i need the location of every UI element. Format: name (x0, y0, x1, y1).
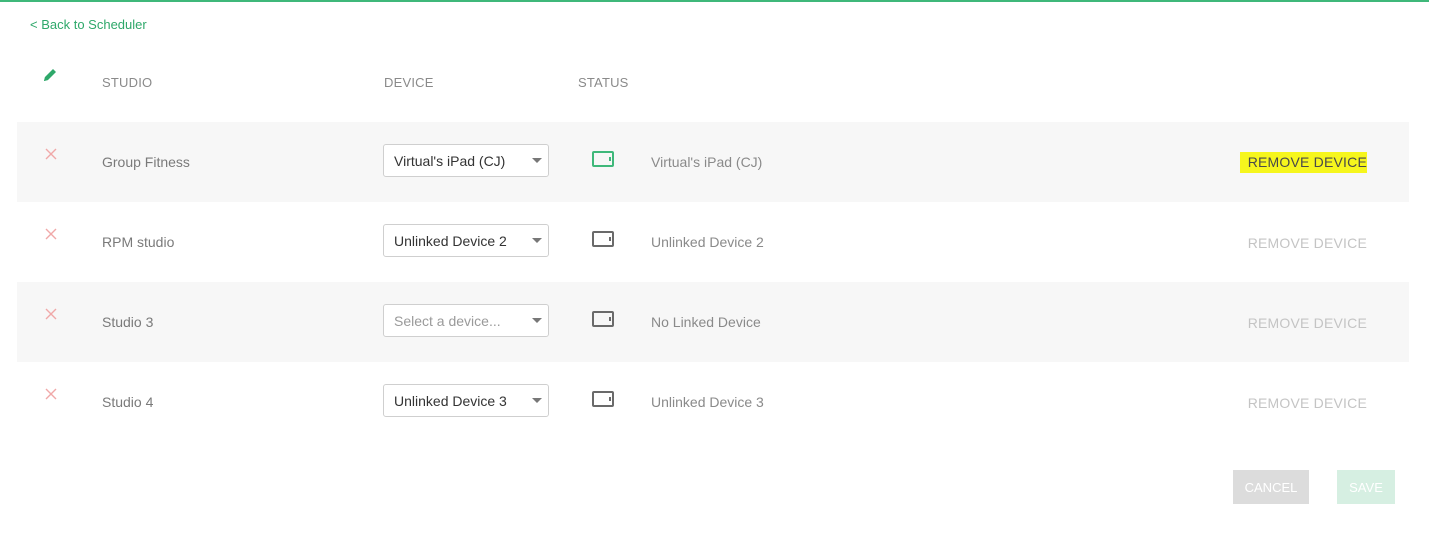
device-select[interactable]: Virtual's iPad (CJ) (383, 144, 549, 177)
tablet-icon (592, 391, 614, 407)
pencil-icon[interactable] (41, 66, 59, 84)
device-select-value: Unlinked Device 2 (394, 233, 507, 249)
studio-name: RPM studio (102, 234, 175, 250)
device-select-value: Virtual's iPad (CJ) (394, 153, 506, 169)
status-text: Unlinked Device 3 (651, 394, 764, 410)
remove-device-button[interactable]: REMOVE DEVICE (1248, 315, 1367, 331)
status-text: Unlinked Device 2 (651, 234, 764, 250)
table-row: Studio 3 Select a device... No Linked De… (17, 282, 1409, 362)
chevron-down-icon (532, 318, 542, 323)
chevron-down-icon (532, 238, 542, 243)
studio-device-table: Group Fitness Virtual's iPad (CJ) Virtua… (17, 122, 1409, 442)
device-select-placeholder: Select a device... (394, 313, 501, 329)
close-icon[interactable] (44, 227, 58, 241)
device-settings-page: < Back to Scheduler STUDIO DEVICE STATUS… (0, 0, 1429, 544)
device-select[interactable]: Unlinked Device 2 (383, 224, 549, 257)
chevron-down-icon (532, 398, 542, 403)
studio-name: Studio 4 (102, 394, 154, 410)
device-select[interactable]: Select a device... (383, 304, 549, 337)
table-row: Studio 4 Unlinked Device 3 Unlinked Devi… (17, 362, 1409, 442)
table-row: Group Fitness Virtual's iPad (CJ) Virtua… (17, 122, 1409, 202)
studio-name: Studio 3 (102, 314, 154, 330)
remove-device-button[interactable]: REMOVE DEVICE (1248, 395, 1367, 411)
close-icon[interactable] (44, 387, 58, 401)
close-icon[interactable] (44, 147, 58, 161)
chevron-down-icon (532, 158, 542, 163)
remove-device-button[interactable]: REMOVE DEVICE (1248, 235, 1367, 251)
status-column-header: STATUS (578, 75, 629, 90)
remove-device-button[interactable]: REMOVE DEVICE (1239, 152, 1367, 173)
studio-name: Group Fitness (102, 154, 190, 170)
cancel-button[interactable]: CANCEL (1233, 470, 1309, 504)
tablet-icon (592, 151, 614, 167)
tablet-icon (592, 311, 614, 327)
device-select-value: Unlinked Device 3 (394, 393, 507, 409)
tablet-icon (592, 231, 614, 247)
device-column-header: DEVICE (384, 75, 434, 90)
save-button[interactable]: SAVE (1337, 470, 1395, 504)
close-icon[interactable] (44, 307, 58, 321)
table-header: STUDIO DEVICE STATUS (17, 62, 1409, 102)
device-select[interactable]: Unlinked Device 3 (383, 384, 549, 417)
status-text: No Linked Device (651, 314, 761, 330)
status-text: Virtual's iPad (CJ) (651, 154, 763, 170)
back-to-scheduler-link[interactable]: < Back to Scheduler (30, 17, 147, 32)
table-row: RPM studio Unlinked Device 2 Unlinked De… (17, 202, 1409, 282)
studio-column-header: STUDIO (102, 75, 153, 90)
